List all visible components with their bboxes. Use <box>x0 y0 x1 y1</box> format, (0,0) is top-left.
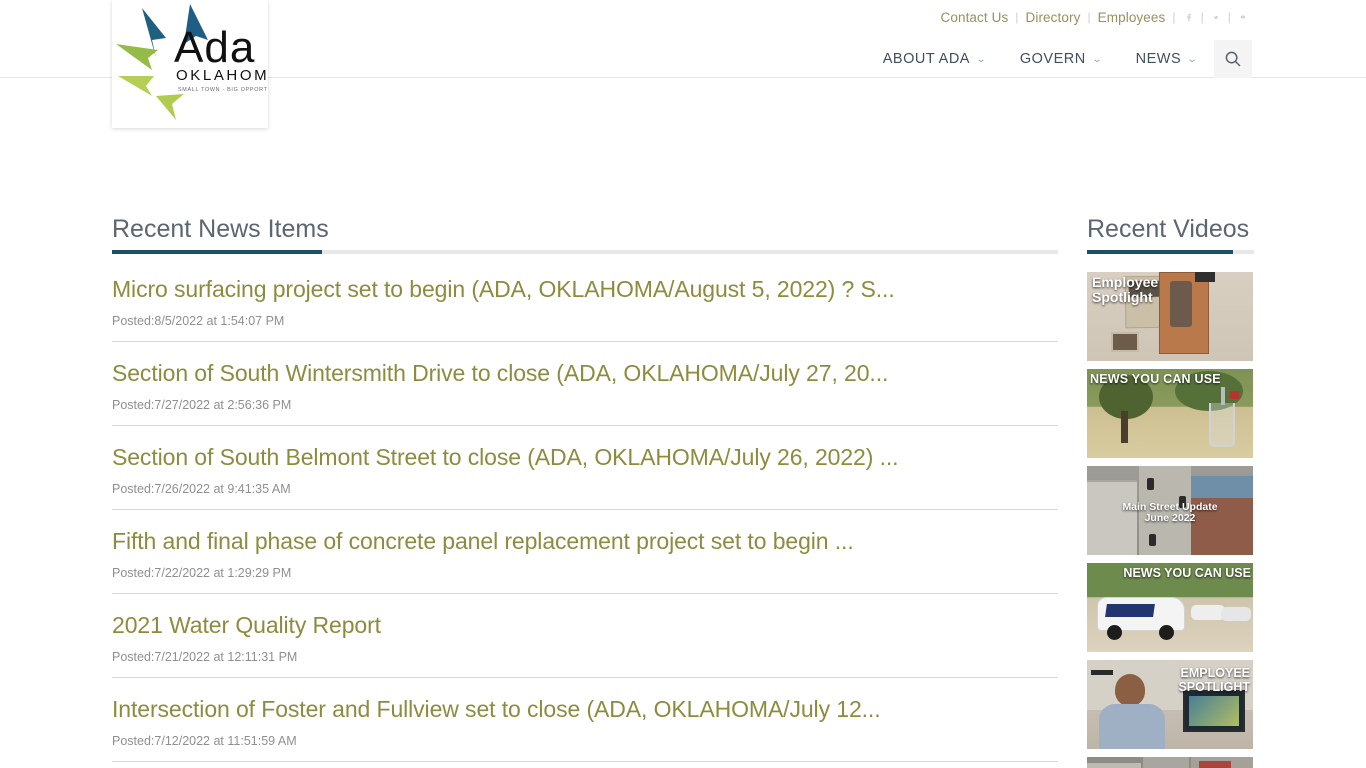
thumbnail-art <box>1107 625 1122 640</box>
thumbnail-art <box>1159 272 1209 354</box>
thumbnail-art <box>1159 625 1174 640</box>
nav-item-label: GOVERN <box>1019 51 1086 67</box>
news-column: Recent News Items Micro surfacing projec… <box>112 212 1058 768</box>
twitter-icon[interactable] <box>1207 9 1225 25</box>
video-caption: NEWS YOU CAN USE <box>1123 566 1251 580</box>
thumbnail-art <box>1183 690 1245 732</box>
list-item: Section of South Wintersmith Drive to cl… <box>112 358 1058 426</box>
video-thumbnail-employee-spotlight[interactable]: Employee Spotlight <box>1087 272 1253 361</box>
nav-item-label: ABOUT ADA <box>882 51 970 67</box>
video-caption: Main Street Update June 2022 <box>1087 501 1253 525</box>
thumbnail-art <box>1191 476 1253 498</box>
thumbnail-art <box>1111 332 1139 352</box>
site-logo[interactable]: Ada OKLAHOMA SMALL TOWN · BIG OPPORTUNIT… <box>112 0 268 128</box>
chevron-down-icon: ⌄ <box>975 53 988 65</box>
search-icon <box>1225 51 1241 67</box>
video-caption: Employee Spotlight <box>1092 275 1158 304</box>
social-links: | | <box>1176 9 1252 25</box>
utility-link-employees[interactable]: Employees <box>1091 10 1173 25</box>
thumbnail-art <box>1149 534 1156 546</box>
video-thumbnail-news-you-can-use-park[interactable]: NEWS YOU CAN USE <box>1087 369 1253 458</box>
news-link[interactable]: Micro surfacing project set to begin (AD… <box>112 274 1058 304</box>
videos-sidebar: Recent Videos Employee Spotlight NEWS YO… <box>1087 212 1254 768</box>
video-thumbnail-main-street-update[interactable]: Main Street Update June 2022 <box>1087 466 1253 555</box>
social-separator: | <box>1200 10 1204 24</box>
utility-link-directory[interactable]: Directory <box>1019 10 1088 25</box>
youtube-icon[interactable] <box>1234 9 1252 25</box>
news-timestamp: Posted:7/27/2022 at 2:56:36 PM <box>112 398 292 412</box>
video-thumbnail-news-you-can-use-police[interactable]: NEWS YOU CAN USE <box>1087 563 1253 652</box>
nav-item-govern[interactable]: GOVERN ⌄ <box>1003 40 1119 78</box>
thumbnail-art <box>1195 272 1215 282</box>
svg-text:SMALL TOWN · BIG OPPORTUNITY: SMALL TOWN · BIG OPPORTUNITY <box>178 87 268 93</box>
thumbnail-art <box>1147 478 1154 490</box>
main-navigation: ABOUT ADA ⌄ GOVERN ⌄ NEWS ⌄ <box>866 40 1252 78</box>
thumbnail-art <box>1209 387 1235 447</box>
nav-item-news[interactable]: NEWS ⌄ <box>1119 40 1214 78</box>
list-item: 2021 Water Quality Report Posted:7/21/20… <box>112 610 1058 678</box>
news-timestamp: Posted:8/5/2022 at 1:54:07 PM <box>112 314 285 328</box>
news-link[interactable]: Fifth and final phase of concrete panel … <box>112 526 1058 556</box>
thumbnail-art <box>1115 674 1145 706</box>
news-timestamp: Posted:7/26/2022 at 9:41:35 AM <box>112 482 291 496</box>
thumbnail-art <box>1230 391 1239 399</box>
list-item: Micro surfacing project set to begin (AD… <box>112 274 1058 342</box>
thumbnail-art <box>1199 761 1231 768</box>
site-header: Ada OKLAHOMA SMALL TOWN · BIG OPPORTUNIT… <box>0 0 1366 128</box>
thumbnail-art <box>1087 763 1141 768</box>
video-thumbnail-main-street-construction[interactable]: NEWS YOU CAN USE Main Street Constructio… <box>1087 757 1253 768</box>
news-timestamp: Posted:7/22/2022 at 1:29:29 PM <box>112 566 292 580</box>
chevron-down-icon: ⌄ <box>1091 53 1103 65</box>
thumbnail-art <box>1121 411 1128 443</box>
news-timestamp: Posted:7/12/2022 at 11:51:59 AM <box>112 734 297 748</box>
news-link[interactable]: Section of South Belmont Street to close… <box>112 442 1058 472</box>
utility-link-contact-us[interactable]: Contact Us <box>934 10 1016 25</box>
page-title: Recent News Items <box>112 215 329 243</box>
thumbnail-art <box>1191 605 1225 620</box>
sidebar-title: Recent Videos <box>1087 215 1250 243</box>
news-link[interactable]: 2021 Water Quality Report <box>112 610 1058 640</box>
news-link[interactable]: Intersection of Foster and Fullview set … <box>112 694 1058 724</box>
video-caption: EMPLOYEE SPOTLIGHT <box>1178 666 1250 695</box>
ada-oklahoma-logo-icon: Ada OKLAHOMA SMALL TOWN · BIG OPPORTUNIT… <box>116 4 268 120</box>
facebook-icon[interactable] <box>1180 9 1198 25</box>
video-caption-line2: SPOTLIGHT <box>1178 680 1250 695</box>
news-timestamp: Posted:7/21/2022 at 12:11:31 PM <box>112 650 298 664</box>
list-item: Fifth and final phase of concrete panel … <box>112 526 1058 594</box>
video-list: Employee Spotlight NEWS YOU CAN USE Main… <box>1087 272 1254 768</box>
section-divider <box>112 250 1058 254</box>
chevron-down-icon: ⌄ <box>1186 53 1199 65</box>
thumbnail-art <box>1099 704 1165 749</box>
video-caption-line2: Spotlight <box>1092 288 1153 305</box>
video-caption-line1: EMPLOYEE <box>1180 666 1250 680</box>
svg-text:Ada: Ada <box>174 23 255 72</box>
list-item: Intersection of Foster and Fullview set … <box>112 694 1058 762</box>
thumbnail-art <box>1221 607 1251 621</box>
search-button[interactable] <box>1214 40 1252 78</box>
section-divider <box>1087 250 1254 254</box>
news-link[interactable]: Section of South Wintersmith Drive to cl… <box>112 358 1058 388</box>
social-separator: | <box>1227 10 1231 24</box>
list-item: Section of South Belmont Street to close… <box>112 442 1058 510</box>
utility-nav: Contact Us | Directory | Employees | | | <box>934 9 1252 25</box>
thumbnail-art <box>1143 757 1189 768</box>
nav-item-label: NEWS <box>1135 51 1182 67</box>
nav-item-about-ada[interactable]: ABOUT ADA ⌄ <box>866 40 1003 78</box>
news-list: Micro surfacing project set to begin (AD… <box>112 274 1058 768</box>
video-thumbnail-employee-spotlight-2[interactable]: EMPLOYEE SPOTLIGHT <box>1087 660 1253 749</box>
svg-text:OKLAHOMA: OKLAHOMA <box>176 67 268 84</box>
video-caption-line1: Employee <box>1092 274 1159 290</box>
video-caption: NEWS YOU CAN USE <box>1090 372 1221 386</box>
thumbnail-art <box>1091 670 1113 675</box>
video-caption-line2: June 2022 <box>1144 512 1196 525</box>
